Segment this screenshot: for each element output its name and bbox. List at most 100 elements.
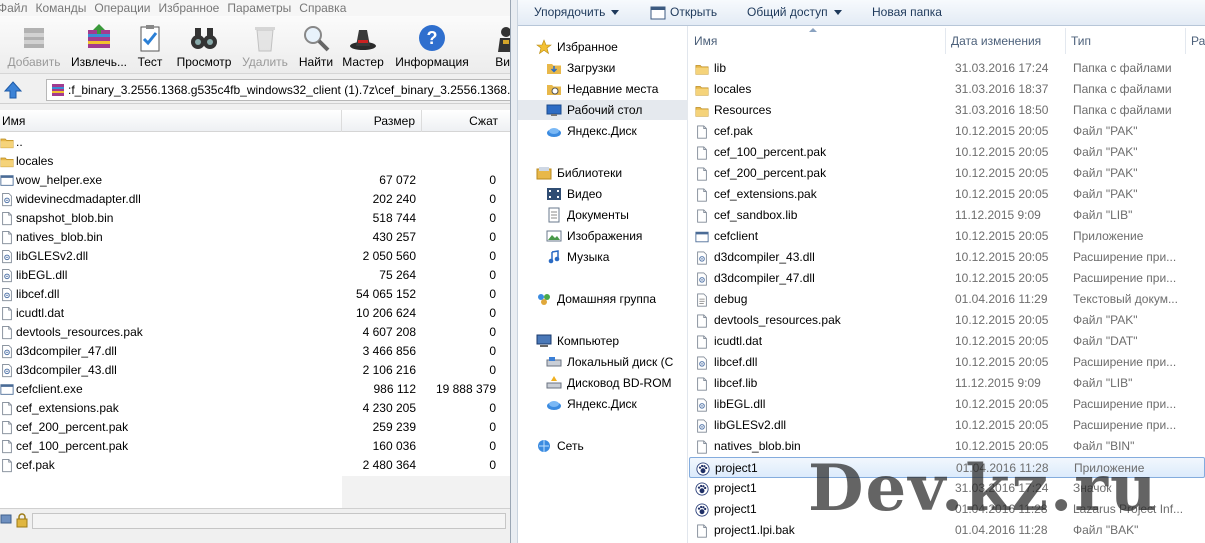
table-row[interactable]: icudtl.dat 10 206 624 0 xyxy=(0,304,510,323)
menu-item[interactable]: Файл xyxy=(0,1,36,15)
list-item[interactable]: project1 31.03.2016 17:24 Значок xyxy=(689,478,1205,499)
nav-item[interactable]: Яндекс.Диск xyxy=(546,121,688,141)
table-row[interactable]: natives_blob.bin 430 257 0 xyxy=(0,228,510,247)
table-row[interactable]: cef_200_percent.pak 259 239 0 xyxy=(0,418,510,437)
list-item[interactable]: cef_100_percent.pak 10.12.2015 20:05 Файл … xyxy=(689,142,1205,163)
column-packed[interactable]: Сжат xyxy=(422,110,510,132)
table-row[interactable]: cef.pak 2 480 364 0 xyxy=(0,456,510,475)
nav-item[interactable]: Библиотеки xyxy=(536,163,688,183)
toolbar-button-5[interactable]: Найти xyxy=(296,18,336,72)
table-row[interactable]: libGLESv2.dll 2 050 560 0 xyxy=(0,247,510,266)
menu-item[interactable]: Операции xyxy=(94,1,158,15)
nav-item[interactable]: Компьютер xyxy=(536,331,688,351)
file-type: Значок xyxy=(1073,481,1112,495)
column-name[interactable]: Имя xyxy=(0,110,342,132)
list-item[interactable]: Resources 31.03.2016 18:50 Папка с файлами xyxy=(689,100,1205,121)
nav-item[interactable]: Недавние места xyxy=(546,79,688,99)
column-size[interactable]: Размер xyxy=(342,110,422,132)
toolbar-button-3[interactable]: Просмотр xyxy=(174,18,234,72)
bd-rom-icon xyxy=(546,376,562,389)
menu-item[interactable]: Справка xyxy=(299,1,354,15)
list-item[interactable]: cef_sandbox.lib 11.12.2015 9:09 Файл "LIB" xyxy=(689,205,1205,226)
list-item[interactable]: natives_blob.bin 10.12.2015 20:05 Файл "BI… xyxy=(689,436,1205,457)
app-icon xyxy=(695,231,709,243)
nav-item[interactable]: Загрузки xyxy=(546,58,688,78)
table-row[interactable]: libcef.dll 54 065 152 0 xyxy=(0,285,510,304)
list-item[interactable]: devtools_resources.pak 10.12.2015 20:05 Фа… xyxy=(689,310,1205,331)
list-item[interactable]: libcef.dll 10.12.2015 20:05 Расширение при… xyxy=(689,352,1205,373)
table-row[interactable]: wow_helper.exe 67 072 0 xyxy=(0,171,510,190)
table-row[interactable]: snapshot_blob.bin 518 744 0 xyxy=(0,209,510,228)
toolbar-button-6[interactable]: Мастер xyxy=(340,18,386,72)
list-item[interactable]: d3dcompiler_43.dll 10.12.2015 20:05 Расшир… xyxy=(689,247,1205,268)
list-item[interactable]: cef_200_percent.pak 10.12.2015 20:05 Файл … xyxy=(689,163,1205,184)
toolbar-button-0[interactable]: Добавить xyxy=(4,18,64,72)
archive-path-field[interactable]: :f_binary_3.2556.1368.g535c4fb_windows32… xyxy=(46,79,510,101)
toolbar-button-1[interactable]: Извлечь... xyxy=(70,18,128,72)
table-row[interactable]: .. xyxy=(0,133,510,152)
column-type[interactable]: Тип xyxy=(1066,28,1186,54)
nav-item[interactable]: Рабочий стол xyxy=(518,100,688,120)
list-item[interactable]: project1 01.04.2016 11:28 Приложение xyxy=(689,457,1205,478)
table-row[interactable]: d3dcompiler_47.dll 3 466 856 0 xyxy=(0,342,510,361)
table-row[interactable]: devtools_resources.pak 4 607 208 0 xyxy=(0,323,510,342)
toolbar-button-2[interactable]: Тест xyxy=(132,18,168,72)
open-button[interactable]: Открыть xyxy=(670,0,717,26)
list-item[interactable]: libGLESv2.dll 10.12.2015 20:05 Расширение … xyxy=(689,415,1205,436)
list-item[interactable]: libcef.lib 11.12.2015 9:09 Файл "LIB" xyxy=(689,373,1205,394)
nav-item[interactable]: Избранное xyxy=(536,37,688,57)
nav-item[interactable]: Домашняя группа xyxy=(536,289,688,309)
file-type: Файл "PAK" xyxy=(1073,166,1138,180)
column-name[interactable]: Имя xyxy=(689,28,946,54)
file-icon xyxy=(697,377,707,391)
list-item[interactable]: cef.pak 10.12.2015 20:05 Файл "PAK" xyxy=(689,121,1205,142)
folder-icon xyxy=(695,65,709,75)
toolbar-button-label: Просмотр xyxy=(176,55,232,69)
menu-item[interactable]: Параметры xyxy=(227,1,299,15)
nav-item[interactable]: Локальный диск (C xyxy=(546,352,688,372)
file-size: 3 466 856 xyxy=(362,344,416,358)
menu-item[interactable]: Избранное xyxy=(159,1,228,15)
list-item[interactable]: locales 31.03.2016 18:37 Папка с файлами xyxy=(689,79,1205,100)
list-item[interactable]: lib 31.03.2016 17:24 Папка с файлами xyxy=(689,58,1205,79)
table-row[interactable]: cef_100_percent.pak 160 036 0 xyxy=(0,437,510,456)
list-item[interactable]: libEGL.dll 10.12.2015 20:05 Расширение при… xyxy=(689,394,1205,415)
list-item[interactable]: cefclient 10.12.2015 20:05 Приложение xyxy=(689,226,1205,247)
toolbar-button-8[interactable]: Вир xyxy=(486,18,510,72)
column-date[interactable]: Дата изменения xyxy=(946,28,1066,54)
menu-item[interactable]: Команды xyxy=(36,1,95,15)
table-row[interactable]: libEGL.dll 75 264 0 xyxy=(0,266,510,285)
table-row[interactable]: locales xyxy=(0,152,510,171)
new-folder-button[interactable]: Новая папка xyxy=(872,0,942,26)
list-item[interactable]: project1.lpi.bak 01.04.2016 11:28 Файл "BA… xyxy=(689,520,1205,541)
list-item[interactable]: d3dcompiler_47.dll 10.12.2015 20:05 Расшир… xyxy=(689,268,1205,289)
table-row[interactable]: cef_extensions.pak 4 230 205 0 xyxy=(0,399,510,418)
list-item[interactable]: debug 01.04.2016 11:29 Текстовый докум... xyxy=(689,289,1205,310)
share-button[interactable]: Общий доступ xyxy=(747,0,842,26)
nav-item[interactable]: Документы xyxy=(546,205,688,225)
table-row[interactable]: d3dcompiler_43.dll 2 106 216 0 xyxy=(0,361,510,380)
table-row[interactable]: cefclient.exe 986 112 19 888 379 xyxy=(0,380,510,399)
column-size[interactable]: Ра xyxy=(1186,28,1205,54)
nav-item[interactable]: Музыка xyxy=(546,247,688,267)
list-item[interactable]: project1 01.04.2016 11:28 Lazarus Project … xyxy=(689,499,1205,520)
organize-button[interactable]: Упорядочить xyxy=(534,0,620,26)
file-type: Расширение при... xyxy=(1073,397,1177,411)
nav-item[interactable]: Дисковод BD-ROM xyxy=(546,373,688,393)
toolbar-button-7[interactable]: ? Информация xyxy=(394,18,470,72)
up-arrow-icon[interactable] xyxy=(2,79,24,101)
list-item[interactable]: cef_extensions.pak 10.12.2015 20:05 Файл "… xyxy=(689,184,1205,205)
toolbar-button-4[interactable]: Удалить xyxy=(240,18,290,72)
file-name: .. xyxy=(16,135,23,149)
file-icon xyxy=(697,125,707,139)
file-size: 986 112 xyxy=(373,382,417,396)
table-row[interactable]: widevinecdmadapter.dll 202 240 0 xyxy=(0,190,510,209)
file-name: cefclient xyxy=(714,229,759,243)
nav-item[interactable]: Изображения xyxy=(546,226,688,246)
nav-item[interactable]: Яндекс.Диск xyxy=(546,394,688,414)
file-date: 10.12.2015 20:05 xyxy=(955,187,1049,201)
nav-item[interactable]: Сеть xyxy=(536,436,688,456)
file-type: Папка с файлами xyxy=(1073,61,1172,75)
list-item[interactable]: icudtl.dat 10.12.2015 20:05 Файл "DAT" xyxy=(689,331,1205,352)
nav-item[interactable]: Видео xyxy=(546,184,688,204)
